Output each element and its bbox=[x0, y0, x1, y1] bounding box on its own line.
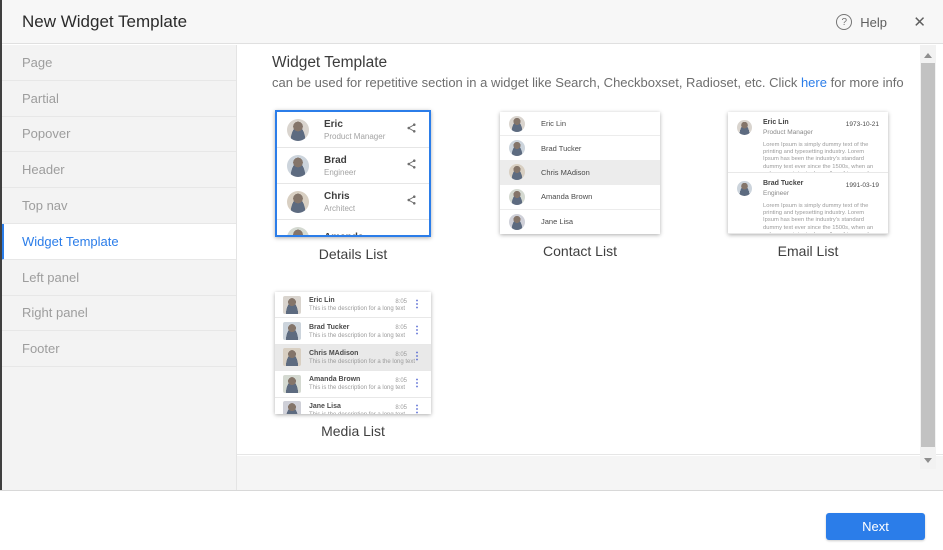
kebab-menu-icon: ⋮ bbox=[412, 379, 422, 389]
next-button[interactable]: Next bbox=[826, 513, 925, 540]
kebab-menu-icon: ⋮ bbox=[412, 326, 422, 336]
sidebar-item-popover[interactable]: Popover bbox=[0, 117, 236, 153]
card-label: Contact List bbox=[500, 243, 660, 259]
list-item-highlighted: Chris MAdisonThis is the description for… bbox=[275, 345, 431, 371]
time-label: 8:05 bbox=[395, 352, 407, 358]
avatar bbox=[283, 322, 301, 340]
card-label: Media List bbox=[275, 423, 431, 439]
sidebar-item-left-panel[interactable]: Left panel bbox=[0, 260, 236, 296]
time-label: 8:05 bbox=[395, 299, 407, 305]
template-card-media-list[interactable]: Eric LinThis is the description for a lo… bbox=[275, 292, 431, 439]
content-bottom-strip bbox=[237, 456, 943, 490]
vertical-scrollbar[interactable] bbox=[920, 45, 936, 469]
list-item-highlighted: Chris MAdison bbox=[500, 161, 660, 185]
avatar bbox=[287, 227, 309, 238]
time-label: 8:05 bbox=[395, 405, 407, 411]
list-item: BradEngineer bbox=[277, 148, 429, 184]
sidebar-item-partial[interactable]: Partial bbox=[0, 81, 236, 117]
share-icon bbox=[406, 157, 417, 175]
kebab-menu-icon: ⋮ bbox=[412, 300, 422, 310]
dialog-titlebar: New Widget Template ? Help ✕ bbox=[0, 0, 943, 44]
scrollbar-thumb[interactable] bbox=[921, 63, 935, 447]
avatar bbox=[509, 189, 525, 205]
list-item: Eric Lin bbox=[500, 112, 660, 136]
card-label: Details List bbox=[275, 246, 431, 262]
avatar bbox=[509, 140, 525, 156]
sidebar-item-widget-template[interactable]: Widget Template bbox=[0, 224, 236, 260]
sidebar-item-footer[interactable]: Footer bbox=[0, 331, 236, 367]
description-text: can be used for repetitive section in a … bbox=[272, 75, 904, 90]
share-icon bbox=[406, 121, 417, 139]
kebab-menu-icon: ⋮ bbox=[412, 352, 422, 362]
help-button[interactable]: ? Help bbox=[836, 0, 887, 44]
avatar bbox=[737, 181, 752, 196]
avatar bbox=[283, 375, 301, 393]
scroll-up-icon[interactable] bbox=[924, 53, 932, 58]
time-label: 8:05 bbox=[395, 378, 407, 384]
template-card-email-list[interactable]: Eric Lin Product Manager 1973-10-21 Lore… bbox=[728, 112, 888, 259]
email-body-text: Lorem Ipsum is simply dummy text of the … bbox=[763, 142, 877, 173]
close-icon[interactable]: ✕ bbox=[913, 0, 926, 44]
email-list-preview: Eric Lin Product Manager 1973-10-21 Lore… bbox=[728, 112, 888, 234]
media-list-preview: Eric LinThis is the description for a lo… bbox=[275, 292, 431, 414]
avatar bbox=[283, 401, 301, 414]
list-item: Amanda BrownThis is the description for … bbox=[275, 371, 431, 397]
list-item: Eric Lin Product Manager 1973-10-21 Lore… bbox=[728, 112, 888, 173]
contact-list-preview: Eric Lin Brad Tucker Chris MAdison Amand… bbox=[500, 112, 660, 234]
kebab-menu-icon: ⋮ bbox=[412, 405, 422, 414]
list-item: Brad Tucker bbox=[500, 136, 660, 160]
list-item: EricProduct Manager bbox=[277, 112, 429, 148]
scroll-down-icon[interactable] bbox=[924, 458, 932, 463]
page-title: Widget Template bbox=[272, 54, 387, 72]
sidebar-item-top-nav[interactable]: Top nav bbox=[0, 188, 236, 224]
avatar bbox=[737, 120, 752, 135]
list-item: Jane Lisa bbox=[500, 210, 660, 234]
list-item: Jane LisaThis is the description for a l… bbox=[275, 398, 431, 414]
dialog-left-edge bbox=[0, 0, 2, 490]
share-icon bbox=[406, 193, 417, 211]
dialog-title: New Widget Template bbox=[22, 0, 187, 44]
card-label: Email List bbox=[728, 243, 888, 259]
sidebar-item-right-panel[interactable]: Right panel bbox=[0, 296, 236, 332]
template-type-sidebar: Page Partial Popover Header Top nav Widg… bbox=[0, 45, 237, 490]
avatar bbox=[287, 155, 309, 177]
list-item: ChrisArchitect bbox=[277, 184, 429, 220]
more-info-link[interactable]: here bbox=[801, 75, 827, 90]
template-card-contact-list[interactable]: Eric Lin Brad Tucker Chris MAdison Amand… bbox=[500, 112, 660, 259]
question-circle-icon: ? bbox=[836, 14, 852, 30]
list-item: Eric LinThis is the description for a lo… bbox=[275, 292, 431, 318]
avatar bbox=[283, 348, 301, 366]
time-label: 8:05 bbox=[395, 325, 407, 331]
template-card-details-list[interactable]: EricProduct Manager BradEngineer ChrisAr… bbox=[275, 110, 431, 262]
help-label: Help bbox=[860, 15, 887, 30]
widget-template-panel: Widget Template can be used for repetiti… bbox=[237, 45, 943, 455]
sidebar-item-page[interactable]: Page bbox=[0, 45, 236, 81]
avatar bbox=[509, 116, 525, 132]
list-item: Amanda Brown bbox=[500, 185, 660, 209]
avatar bbox=[509, 214, 525, 230]
sidebar-item-header[interactable]: Header bbox=[0, 152, 236, 188]
list-item: Brad TuckerThis is the description for a… bbox=[275, 318, 431, 344]
date-label: 1991-03-19 bbox=[846, 182, 879, 189]
dialog-footer: Next bbox=[0, 490, 943, 550]
details-list-preview: EricProduct Manager BradEngineer ChrisAr… bbox=[275, 110, 431, 237]
avatar bbox=[283, 296, 301, 314]
date-label: 1973-10-21 bbox=[846, 121, 879, 128]
email-body-text: Lorem Ipsum is simply dummy text of the … bbox=[763, 203, 877, 234]
avatar bbox=[287, 119, 309, 141]
avatar bbox=[509, 164, 525, 180]
list-item: Brad Tucker Engineer 1991-03-19 Lorem Ip… bbox=[728, 173, 888, 234]
list-item: Amanda bbox=[277, 220, 429, 237]
avatar bbox=[287, 191, 309, 213]
